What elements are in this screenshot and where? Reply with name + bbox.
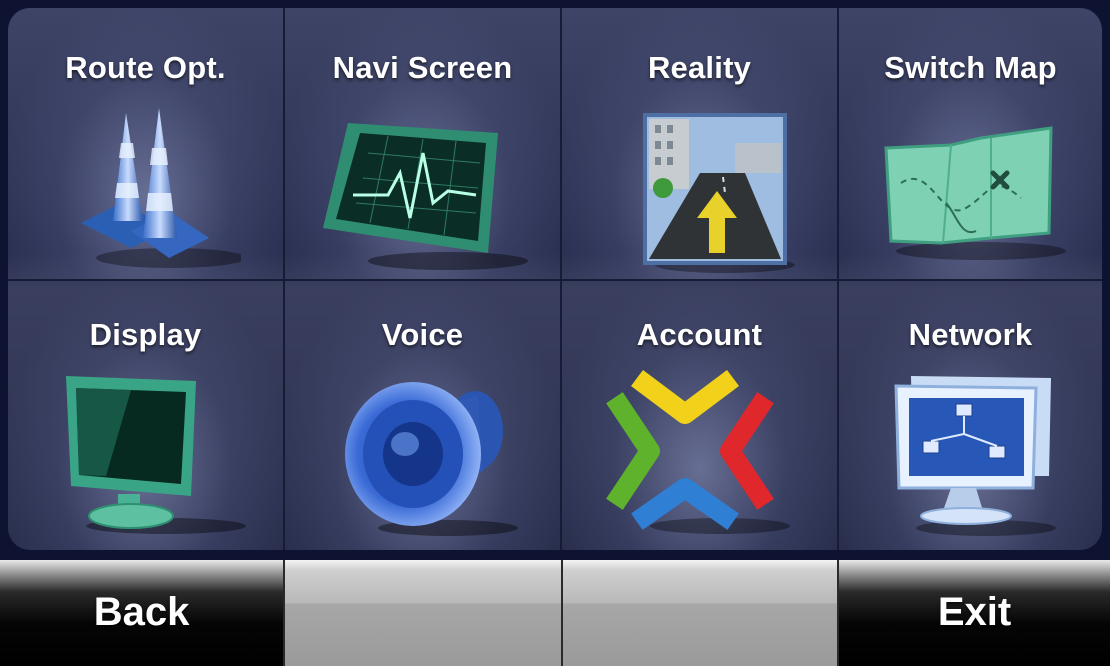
navi-screen-tile[interactable]: Navi Screen — [285, 8, 562, 281]
account-tile[interactable]: Account — [562, 281, 839, 550]
display-tile[interactable]: Display — [8, 281, 285, 550]
switch-map-tile[interactable]: Switch Map — [839, 8, 1102, 281]
empty-button-left[interactable] — [285, 560, 563, 666]
traffic-cones-icon — [80, 108, 241, 268]
road-arrow-icon — [642, 113, 795, 273]
tile-label: Account — [636, 317, 763, 352]
heartbeat-monitor-icon — [322, 123, 528, 270]
route-opt-tile[interactable]: Route Opt. — [8, 8, 285, 281]
network-tile[interactable]: Network — [839, 281, 1102, 550]
empty-button-right[interactable] — [563, 560, 839, 666]
reality-tile[interactable]: Reality — [562, 8, 839, 281]
bottom-bar: Back Exit — [0, 560, 1110, 666]
monitor-icon — [65, 376, 246, 534]
back-button-label: Back — [93, 590, 190, 634]
tile-label: Voice — [381, 317, 464, 352]
voice-tile[interactable]: Voice — [285, 281, 562, 550]
tile-label: Reality — [647, 50, 752, 85]
exit-button-label: Exit — [937, 590, 1012, 634]
tile-label: Switch Map — [884, 50, 1057, 85]
exit-button[interactable]: Exit — [839, 560, 1110, 666]
tile-label: Route Opt. — [65, 50, 226, 85]
back-button[interactable]: Back — [0, 560, 285, 666]
tile-label: Display — [89, 317, 202, 352]
network-computer-icon — [893, 376, 1056, 536]
menu-frame: Route Opt. Navi Screen Reality Switch Ma… — [0, 0, 1110, 560]
account-arrows-icon — [605, 370, 790, 534]
tile-label: Network — [908, 317, 1033, 352]
treasure-map-icon — [883, 126, 1066, 260]
menu-panel: Route Opt. Navi Screen Reality Switch Ma… — [8, 8, 1102, 550]
menu-grid: Route Opt. Navi Screen Reality Switch Ma… — [8, 8, 1102, 550]
speaker-icon — [344, 382, 518, 536]
tile-label: Navi Screen — [332, 50, 513, 85]
